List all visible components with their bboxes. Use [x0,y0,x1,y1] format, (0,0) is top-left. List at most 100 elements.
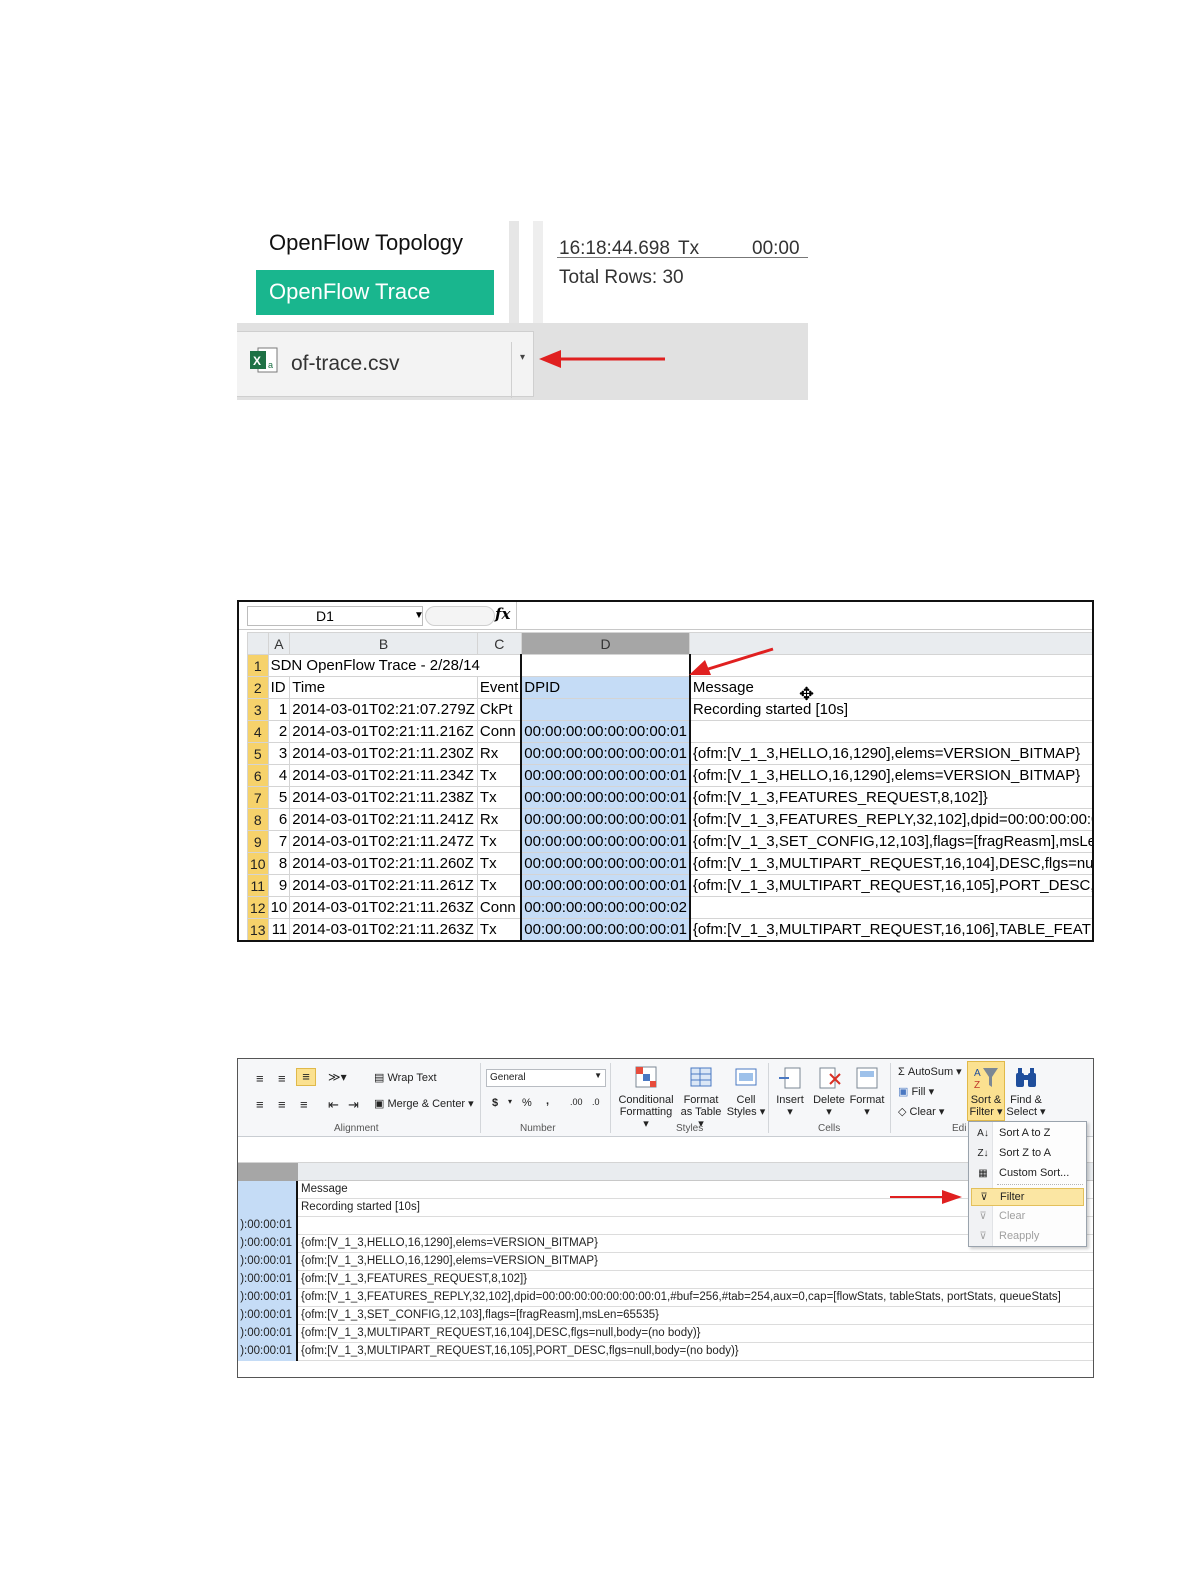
row-header[interactable]: 6 [247,764,269,787]
cell-dpid[interactable]: ):00:00:01 [238,1325,298,1343]
cell-message[interactable]: Message [301,1183,348,1195]
cell-b[interactable]: 2014-03-01T02:21:11.238Z [289,786,478,809]
format-as-table-button[interactable]: Format as Table ▾ [678,1065,724,1130]
cell-dpid[interactable]: ):00:00:01 [238,1253,298,1271]
nav-openflow-topology[interactable]: OpenFlow Topology [269,230,463,256]
cell-e[interactable]: {ofm:[V_1_3,FEATURES_REQUEST,8,102]} [689,786,1092,809]
menu-item-sort-a-z[interactable]: A↓ Sort A to Z [971,1125,1084,1143]
cell-message[interactable]: {ofm:[V_1_3,HELLO,16,1290],elems=VERSION… [301,1237,598,1249]
column-header-a[interactable]: A [267,632,291,655]
cell-d[interactable]: 00:00:00:00:00:00:00:01 [520,852,691,875]
name-box[interactable]: D1 ▼ [247,606,424,626]
cell-c[interactable]: Conn [476,896,522,919]
cell-dpid[interactable]: ):00:00:01 [238,1217,298,1235]
column-header-c[interactable]: C [476,632,522,655]
menu-item-clear[interactable]: ⊽ Clear [971,1208,1084,1226]
download-dropdown-button[interactable]: ▾ [511,342,533,398]
cell-b[interactable]: 2014-03-01T02:21:11.234Z [289,764,478,787]
currency-button[interactable]: $ [492,1097,498,1109]
cell-b[interactable]: Time [289,676,478,699]
cell-dpid[interactable] [238,1199,298,1217]
cell-d[interactable] [520,698,691,721]
cell-c[interactable]: Tx [476,764,522,787]
indent-increase-icon[interactable]: ⇥ [348,1097,359,1113]
cell-c[interactable]: Tx [476,830,522,853]
wrap-text-button[interactable]: ▤ Wrap Text [374,1071,437,1084]
cell-e[interactable]: {ofm:[V_1_3,FEATURES_REPLY,32,102],dpid=… [689,808,1092,831]
column-header-d[interactable] [238,1163,298,1181]
align-center-icon[interactable]: ≡ [278,1097,286,1112]
find-select-button[interactable]: Find & Select ▾ [1006,1065,1046,1118]
cell-dpid[interactable]: ):00:00:01 [238,1289,298,1307]
align-top-icon[interactable]: ≡ [256,1071,264,1086]
sort-filter-button[interactable]: AZ Sort & Filter ▾ [967,1065,1005,1118]
cell-e[interactable]: {ofm:[V_1_3,MULTIPART_REQUEST,16,106],TA… [689,918,1092,940]
cell-d[interactable]: 00:00:00:00:00:00:00:01 [520,764,691,787]
select-all-corner[interactable] [247,632,269,655]
row-header[interactable]: 3 [247,698,269,721]
chevron-down-icon[interactable]: ▼ [414,610,424,621]
cell-e[interactable]: {ofm:[V_1_3,SET_CONFIG,12,103],flags=[fr… [689,830,1092,853]
cell-c[interactable]: CkPt [476,698,522,721]
align-right-icon[interactable]: ≡ [300,1097,308,1112]
cell-b[interactable]: 2014-03-01T02:21:11.216Z [289,720,478,743]
cell-message[interactable]: {ofm:[V_1_3,FEATURES_REQUEST,8,102]} [301,1273,527,1285]
cell-a[interactable]: ID [267,676,291,699]
menu-item-custom-sort[interactable]: ▦ Custom Sort... [971,1165,1084,1183]
cell-dpid[interactable] [238,1181,298,1199]
align-bottom-icon[interactable]: ≡ [296,1068,316,1086]
cell-dpid[interactable]: ):00:00:01 [238,1235,298,1253]
cell-message[interactable]: {ofm:[V_1_3,FEATURES_REPLY,32,102],dpid=… [301,1291,1061,1303]
function-icon[interactable]: fx [495,605,510,623]
cell-message[interactable]: {ofm:[V_1_3,MULTIPART_REQUEST,16,105],PO… [301,1345,739,1357]
cell-a[interactable]: 10 [267,896,291,919]
row-header[interactable]: 11 [247,874,269,897]
cell-e[interactable]: {ofm:[V_1_3,HELLO,16,1290],elems=VERSION… [689,764,1092,787]
align-left-icon[interactable]: ≡ [256,1097,264,1112]
cell-b[interactable]: 2014-03-01T02:21:11.247Z [289,830,478,853]
cell-e[interactable]: Recording started [10s] [689,698,1092,721]
format-cells-button[interactable]: Format ▾ [848,1065,886,1118]
cell-c[interactable]: Tx [476,918,522,940]
cell-message[interactable]: {ofm:[V_1_3,SET_CONFIG,12,103],flags=[fr… [301,1309,659,1321]
row-header[interactable]: 5 [247,742,269,765]
cell-d[interactable]: 00:00:00:00:00:00:00:01 [520,874,691,897]
cell-dpid[interactable]: ):00:00:01 [238,1271,298,1289]
row-header[interactable]: 8 [247,808,269,831]
cell-c[interactable]: Event [476,676,522,699]
panel-scrollbar[interactable] [533,221,543,323]
merge-center-button[interactable]: ▣ Merge & Center ▾ [374,1097,474,1110]
row-header[interactable]: 4 [247,720,269,743]
cell-a[interactable]: 3 [267,742,291,765]
cell-a[interactable]: 2 [267,720,291,743]
cell-d[interactable]: 00:00:00:00:00:00:00:01 [520,786,691,809]
cell-dpid[interactable]: ):00:00:01 [238,1307,298,1325]
cell-d[interactable]: 00:00:00:00:00:00:00:01 [520,830,691,853]
cell-c[interactable]: Tx [476,852,522,875]
conditional-formatting-button[interactable]: Conditional Formatting ▾ [616,1065,676,1130]
cell-e[interactable]: {ofm:[V_1_3,HELLO,16,1290],elems=VERSION… [689,742,1092,765]
cell-b[interactable]: 2014-03-01T02:21:11.230Z [289,742,478,765]
cell-b[interactable]: 2014-03-01T02:21:11.260Z [289,852,478,875]
cell-b[interactable]: 2014-03-01T02:21:07.279Z [289,698,478,721]
cell-styles-button[interactable]: Cell Styles ▾ [726,1065,766,1118]
cell-a[interactable]: 9 [267,874,291,897]
clear-button[interactable]: ◇ Clear ▾ [898,1105,944,1118]
cell-d[interactable]: DPID [520,676,691,699]
download-item[interactable]: X a of-trace.csv ▾ [237,331,534,398]
cell-d[interactable]: 00:00:00:00:00:00:00:02 [520,896,691,919]
decrease-decimal-button[interactable]: .0 [592,1097,600,1107]
cell-message[interactable]: {ofm:[V_1_3,HELLO,16,1290],elems=VERSION… [301,1255,598,1267]
row-header[interactable]: 2 [247,676,269,699]
cell-b[interactable]: 2014-03-01T02:21:11.261Z [289,874,478,897]
insert-cells-button[interactable]: Insert ▾ [772,1065,808,1118]
row-header[interactable]: 9 [247,830,269,853]
cell-c[interactable]: Tx [476,874,522,897]
row-header[interactable]: 12 [247,896,269,919]
cell-b[interactable]: 2014-03-01T02:21:11.241Z [289,808,478,831]
cell-d[interactable]: 00:00:00:00:00:00:00:01 [520,918,691,940]
cell-c[interactable]: Rx [476,742,522,765]
cell-c[interactable]: Rx [476,808,522,831]
cell-e[interactable]: {ofm:[V_1_3,MULTIPART_REQUEST,16,104],DE… [689,852,1092,875]
formula-bar[interactable] [238,1137,1093,1163]
